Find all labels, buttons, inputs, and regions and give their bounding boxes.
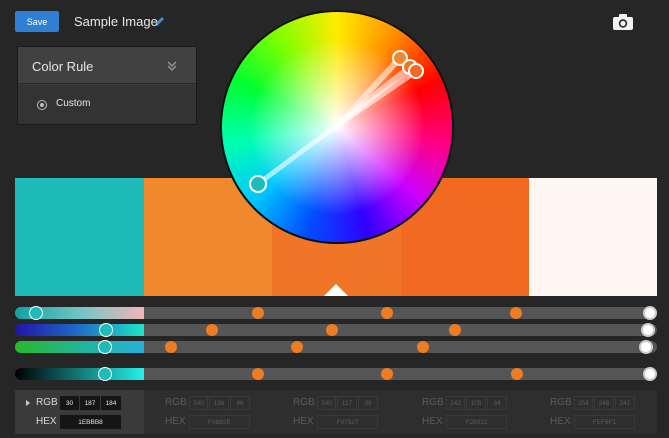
rgb-b-field[interactable]: 34 <box>487 396 507 410</box>
expand-triangle-icon[interactable] <box>26 400 30 406</box>
slider-2-handle-2[interactable] <box>206 324 218 336</box>
color-values-5[interactable]: RGB 254 246 241 HEX FEF6F1 <box>529 390 658 434</box>
slider-3-handle-3[interactable] <box>291 341 303 353</box>
color-values-1[interactable]: RGB 30 187 184 HEX 1EBBB8 <box>15 390 144 434</box>
slider-brightness-handle-2[interactable] <box>252 368 264 380</box>
color-values-3[interactable]: RGB 240 117 39 HEX F07527 <box>272 390 401 434</box>
wheel-handle-1[interactable] <box>249 175 267 193</box>
slider-2-handle-3[interactable] <box>326 324 338 336</box>
rgb-b-field[interactable]: 46 <box>230 396 250 410</box>
slider-1-handle-4[interactable] <box>510 307 522 319</box>
hex-field[interactable]: FEF6F1 <box>574 415 635 429</box>
color-values-4[interactable]: RGB 242 105 34 HEX F26922 <box>401 390 530 434</box>
pencil-icon[interactable] <box>153 15 166 28</box>
slider-3[interactable] <box>15 340 657 354</box>
rgb-label: RGB <box>550 397 572 408</box>
color-rule-panel: Color Rule Custom <box>18 47 196 124</box>
hex-field[interactable]: F26922 <box>446 415 507 429</box>
rgb-g-field[interactable]: 187 <box>80 396 100 410</box>
rgb-label: RGB <box>36 397 58 408</box>
rgb-r-field[interactable]: 242 <box>446 396 465 410</box>
hex-label: HEX <box>36 416 57 427</box>
slider-3-handle-2[interactable] <box>165 341 177 353</box>
hex-field[interactable]: F0882E <box>189 415 250 429</box>
hex-field[interactable]: 1EBBB8 <box>60 415 121 429</box>
slider-brightness-handle-3[interactable] <box>381 368 393 380</box>
slider-brightness-handle[interactable] <box>98 367 112 381</box>
wheel-handle-4[interactable] <box>408 63 424 79</box>
slider-brightness[interactable] <box>15 367 657 381</box>
slider-brightness-handle-5[interactable] <box>643 367 657 381</box>
rgb-b-field[interactable]: 184 <box>101 396 121 410</box>
swatch-1[interactable] <box>15 178 144 296</box>
rule-option-label: Custom <box>56 98 91 109</box>
rgb-label: RGB <box>165 397 187 408</box>
rgb-r-field[interactable]: 30 <box>60 396 79 410</box>
hex-label: HEX <box>422 416 443 427</box>
hex-label: HEX <box>293 416 314 427</box>
slider-2[interactable] <box>15 323 657 337</box>
rgb-label: RGB <box>293 397 315 408</box>
slider-1-handle-5[interactable] <box>643 306 657 320</box>
rgb-r-field[interactable]: 240 <box>317 396 336 410</box>
slider-2-handle-4[interactable] <box>449 324 461 336</box>
slider-3-handle[interactable] <box>98 340 112 354</box>
camera-icon[interactable] <box>612 13 634 31</box>
hex-field[interactable]: F07527 <box>317 415 378 429</box>
slider-2-handle[interactable] <box>99 323 113 337</box>
rgb-g-field[interactable]: 105 <box>466 396 486 410</box>
rgb-r-field[interactable]: 240 <box>189 396 208 410</box>
hex-label: HEX <box>550 416 571 427</box>
color-wheel[interactable] <box>220 10 454 244</box>
color-values-2[interactable]: RGB 240 136 46 HEX F0882E <box>144 390 273 434</box>
rgb-r-field[interactable]: 254 <box>574 396 593 410</box>
hex-label: HEX <box>165 416 186 427</box>
double-chevron-icon[interactable] <box>166 60 178 72</box>
radio-icon[interactable] <box>37 100 47 110</box>
rgb-g-field[interactable]: 136 <box>209 396 229 410</box>
color-rule-title: Color Rule <box>32 59 94 74</box>
color-values-bar: RGB 30 187 184 HEX 1EBBB8 RGB 240 136 46… <box>15 390 657 434</box>
slider-1-handle[interactable] <box>29 306 43 320</box>
slider-2-handle-5[interactable] <box>641 323 655 337</box>
slider-3-handle-5[interactable] <box>639 340 653 354</box>
save-button[interactable]: Save <box>15 11 59 32</box>
rgb-g-field[interactable]: 117 <box>337 396 357 410</box>
color-rule-header[interactable]: Color Rule <box>18 47 196 84</box>
document-title[interactable]: Sample Image <box>74 14 158 29</box>
slider-brightness-handle-4[interactable] <box>511 368 523 380</box>
swatch-5[interactable] <box>529 178 657 296</box>
rgb-g-field[interactable]: 246 <box>594 396 614 410</box>
slider-1-handle-2[interactable] <box>252 307 264 319</box>
rgb-label: RGB <box>422 397 444 408</box>
selected-swatch-marker <box>324 284 348 296</box>
slider-3-handle-4[interactable] <box>417 341 429 353</box>
rgb-b-field[interactable]: 241 <box>615 396 635 410</box>
rgb-b-field[interactable]: 39 <box>358 396 378 410</box>
rule-option-custom[interactable]: Custom <box>18 85 196 124</box>
slider-1[interactable] <box>15 306 657 320</box>
slider-1-handle-3[interactable] <box>381 307 393 319</box>
